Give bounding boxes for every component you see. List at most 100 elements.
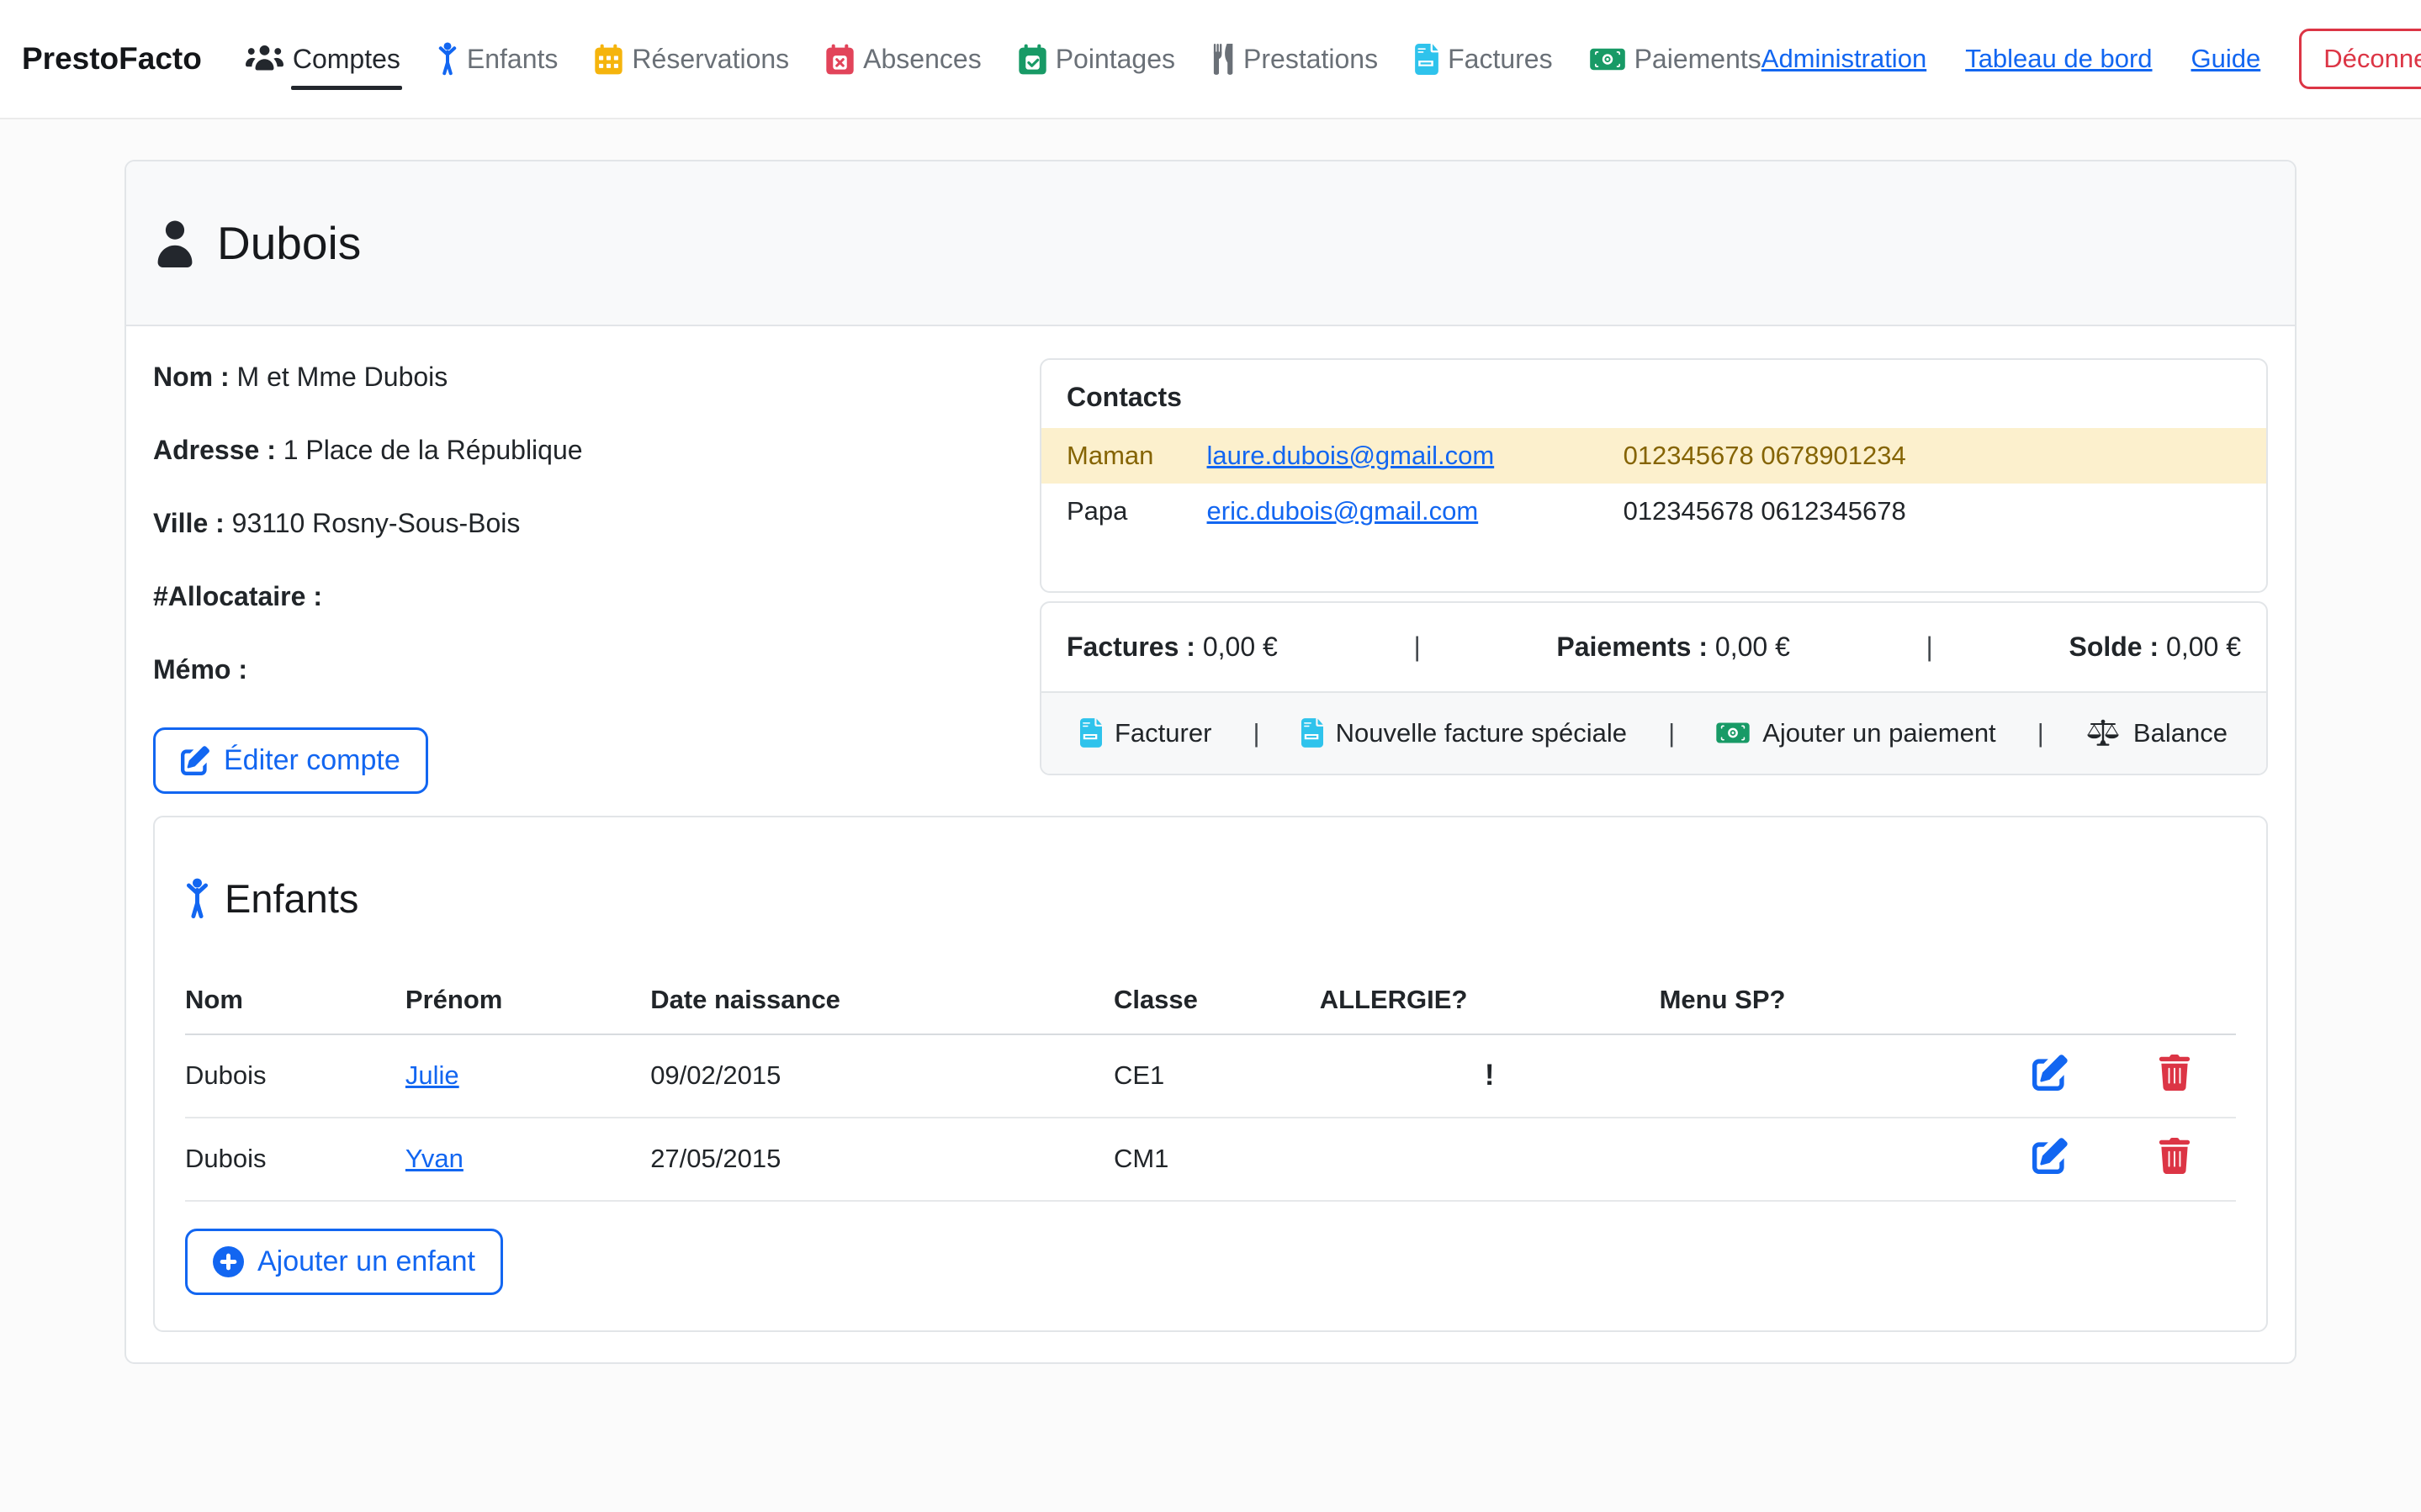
separator: | <box>1926 632 1933 663</box>
child-classe: CE1 <box>1114 1034 1320 1118</box>
child-prenom-link[interactable]: Julie <box>405 1060 459 1090</box>
facturer-action[interactable]: Facturer <box>1080 718 1211 748</box>
contact-relation: Papa <box>1041 484 1207 539</box>
link-tableau-de-bord[interactable]: Tableau de bord <box>1965 44 2152 74</box>
account-details: Nom : M et Mme Dubois Adresse : 1 Place … <box>153 358 999 794</box>
nav-item-label: Comptes <box>293 44 400 75</box>
nav-item-prestations[interactable]: Prestations <box>1212 43 1378 75</box>
child-menu-sp <box>1660 1034 1989 1118</box>
edit-child-button[interactable] <box>2032 1138 2069 1174</box>
nav-item-label: Prestations <box>1243 44 1378 75</box>
nav-item-label: Absences <box>863 44 982 75</box>
child-nom: Dubois <box>185 1118 405 1201</box>
col-header-nom: Nom <box>185 973 405 1034</box>
ajouter-paiement-action[interactable]: Ajouter un paiement <box>1716 718 1995 748</box>
contact-phones: 012345678 0612345678 <box>1624 484 2266 539</box>
factures-total: Factures : 0,00 € <box>1067 632 1278 663</box>
calendar-xmark-icon <box>826 44 854 75</box>
user-icon <box>153 219 197 267</box>
money-bill-icon <box>1590 44 1625 75</box>
separator: | <box>2037 718 2044 748</box>
calendar-check-icon <box>1019 44 1046 75</box>
contact-row-maman: Maman laure.dubois@gmail.com 012345678 0… <box>1041 428 2266 484</box>
contact-email-link[interactable]: eric.dubois@gmail.com <box>1207 496 1479 526</box>
utensils-icon <box>1212 43 1234 75</box>
nav-item-label: Enfants <box>467 44 559 75</box>
col-header-prenom: Prénom <box>405 973 650 1034</box>
plus-circle-icon <box>213 1246 244 1277</box>
nav-item-label: Paiements <box>1634 44 1761 75</box>
nouvelle-facture-speciale-action[interactable]: Nouvelle facture spéciale <box>1301 718 1627 748</box>
contacts-card: Contacts Maman laure.dubois@gmail.com 01… <box>1040 358 2268 593</box>
field-memo: Mémo : <box>153 654 999 685</box>
file-invoice-icon <box>1301 718 1323 748</box>
page-title: Dubois <box>217 216 361 270</box>
delete-child-button[interactable] <box>2159 1138 2191 1174</box>
main-nav: Comptes Enfants Réservations Absences Po… <box>246 42 1761 76</box>
col-header-allergie: ALLERGIE? <box>1320 973 1660 1034</box>
child-icon <box>185 878 209 919</box>
edit-account-button[interactable]: Éditer compte <box>153 727 428 794</box>
contact-email-link[interactable]: laure.dubois@gmail.com <box>1207 441 1495 470</box>
link-administration[interactable]: Administration <box>1761 44 1926 74</box>
contact-row-papa: Papa eric.dubois@gmail.com 012345678 061… <box>1041 484 2266 539</box>
scale-balanced-icon <box>2085 719 2121 748</box>
logout-button[interactable]: Déconnexion <box>2299 29 2421 89</box>
child-row-julie: Dubois Julie 09/02/2015 CE1 ! <box>185 1034 2236 1118</box>
col-header-classe: Classe <box>1114 973 1320 1034</box>
pen-square-icon <box>2032 1138 2069 1174</box>
pen-square-icon <box>2032 1055 2069 1091</box>
contact-relation: Maman <box>1041 428 1207 484</box>
col-header-date-naissance: Date naissance <box>650 973 1114 1034</box>
separator: | <box>1668 718 1675 748</box>
child-icon <box>437 42 458 76</box>
children-table: Nom Prénom Date naissance Classe ALLERGI… <box>185 973 2236 1202</box>
nav-item-paiements[interactable]: Paiements <box>1590 44 1761 75</box>
delete-child-button[interactable] <box>2159 1055 2191 1091</box>
field-allocataire: #Allocataire : <box>153 581 999 612</box>
trash-icon <box>2159 1138 2191 1174</box>
account-card-header: Dubois <box>126 161 2295 326</box>
child-classe: CM1 <box>1114 1118 1320 1201</box>
account-card: Dubois Nom : M et Mme Dubois Adresse : 1… <box>124 160 2297 1364</box>
edit-child-button[interactable] <box>2032 1055 2069 1091</box>
pen-square-icon <box>181 746 210 775</box>
main-content: Dubois Nom : M et Mme Dubois Adresse : 1… <box>124 160 2297 1364</box>
solde-total: Solde : 0,00 € <box>2069 632 2241 663</box>
balance-action[interactable]: Balance <box>2085 718 2228 748</box>
nav-item-enfants[interactable]: Enfants <box>437 42 559 76</box>
child-date-naissance: 27/05/2015 <box>650 1118 1114 1201</box>
top-navbar: PrestoFacto Comptes Enfants Réservations… <box>0 0 2421 119</box>
billing-summary: Factures : 0,00 € | Paiements : 0,00 € |… <box>1041 603 2266 691</box>
children-title: Enfants <box>225 875 358 922</box>
users-icon <box>246 44 283 74</box>
separator: | <box>1413 632 1420 663</box>
col-header-menu-sp: Menu SP? <box>1660 973 1989 1034</box>
billing-card: Factures : 0,00 € | Paiements : 0,00 € |… <box>1040 601 2268 775</box>
child-menu-sp <box>1660 1118 1989 1201</box>
child-date-naissance: 09/02/2015 <box>650 1034 1114 1118</box>
brand-logo[interactable]: PrestoFacto <box>22 41 202 77</box>
nav-item-absences[interactable]: Absences <box>826 44 982 75</box>
paiements-total: Paiements : 0,00 € <box>1556 632 1789 663</box>
add-child-button[interactable]: Ajouter un enfant <box>185 1229 503 1295</box>
child-prenom-link[interactable]: Yvan <box>405 1144 464 1173</box>
children-header: Enfants <box>185 843 2236 954</box>
nav-item-factures[interactable]: Factures <box>1415 44 1552 75</box>
nav-item-comptes[interactable]: Comptes <box>246 44 400 75</box>
nav-item-reservations[interactable]: Réservations <box>595 44 789 75</box>
calendar-days-icon <box>595 44 622 75</box>
money-bill-icon <box>1716 718 1750 748</box>
nav-item-label: Factures <box>1448 44 1552 75</box>
child-nom: Dubois <box>185 1034 405 1118</box>
billing-actions: Facturer | Nouvelle facture spéciale | A… <box>1041 691 2266 774</box>
field-nom: Nom : M et Mme Dubois <box>153 362 999 393</box>
field-adresse: Adresse : 1 Place de la République <box>153 435 999 466</box>
field-ville: Ville : 93110 Rosny-Sous-Bois <box>153 508 999 539</box>
link-guide[interactable]: Guide <box>2191 44 2261 74</box>
nav-item-pointages[interactable]: Pointages <box>1019 44 1175 75</box>
child-row-yvan: Dubois Yvan 27/05/2015 CM1 <box>185 1118 2236 1201</box>
contact-phones: 012345678 0678901234 <box>1624 428 2266 484</box>
trash-icon <box>2159 1055 2191 1091</box>
children-card: Enfants Nom Prénom Date naissance Classe… <box>153 816 2268 1332</box>
